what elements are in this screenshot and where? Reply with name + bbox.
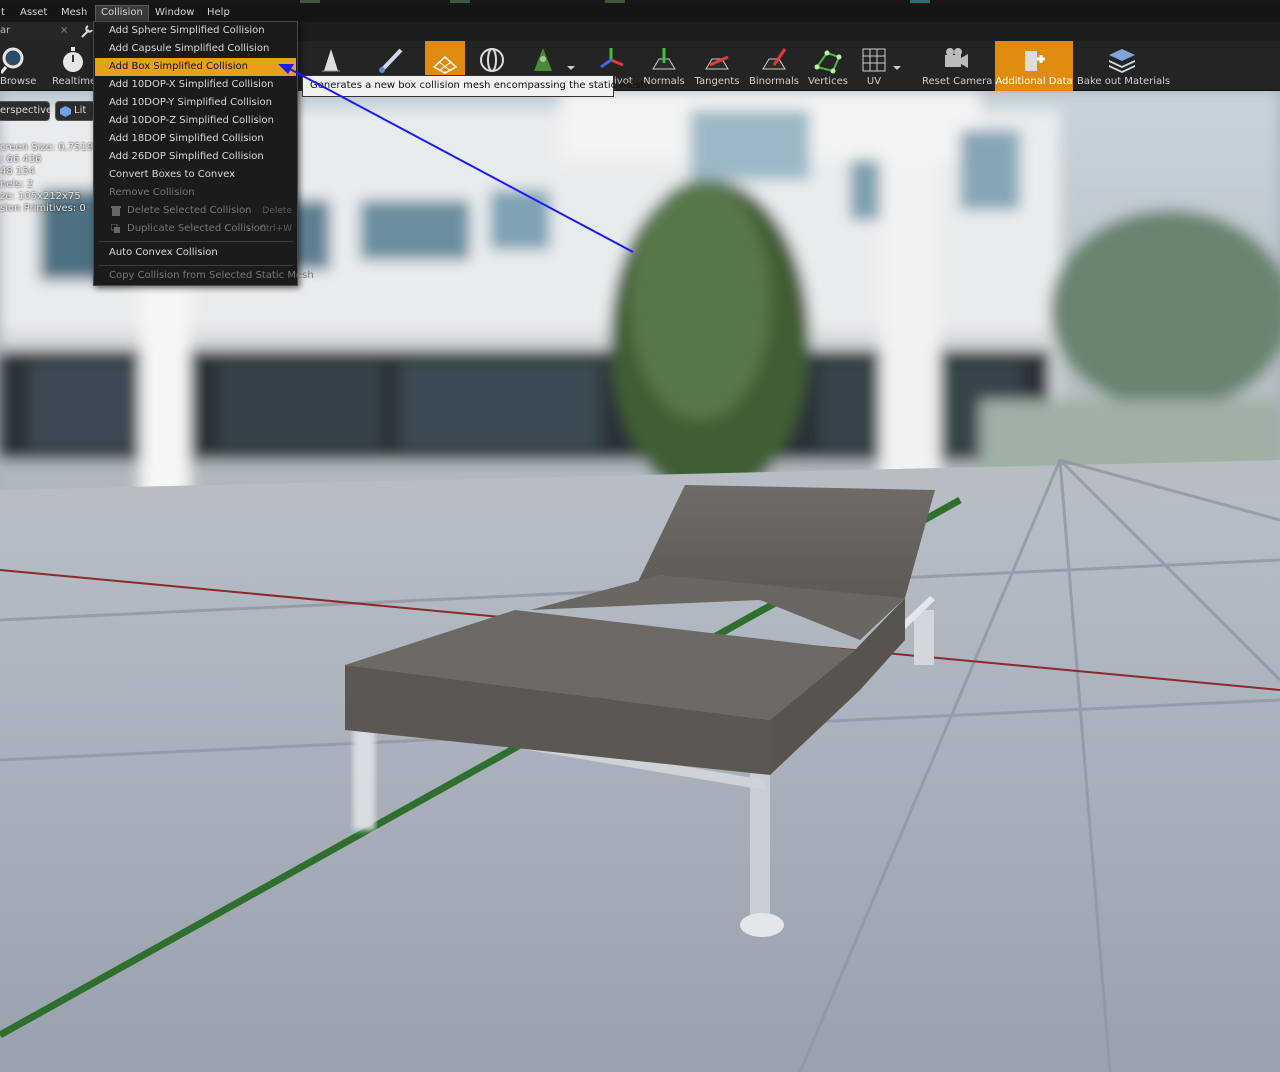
annotation-arrow: [278, 64, 634, 253]
